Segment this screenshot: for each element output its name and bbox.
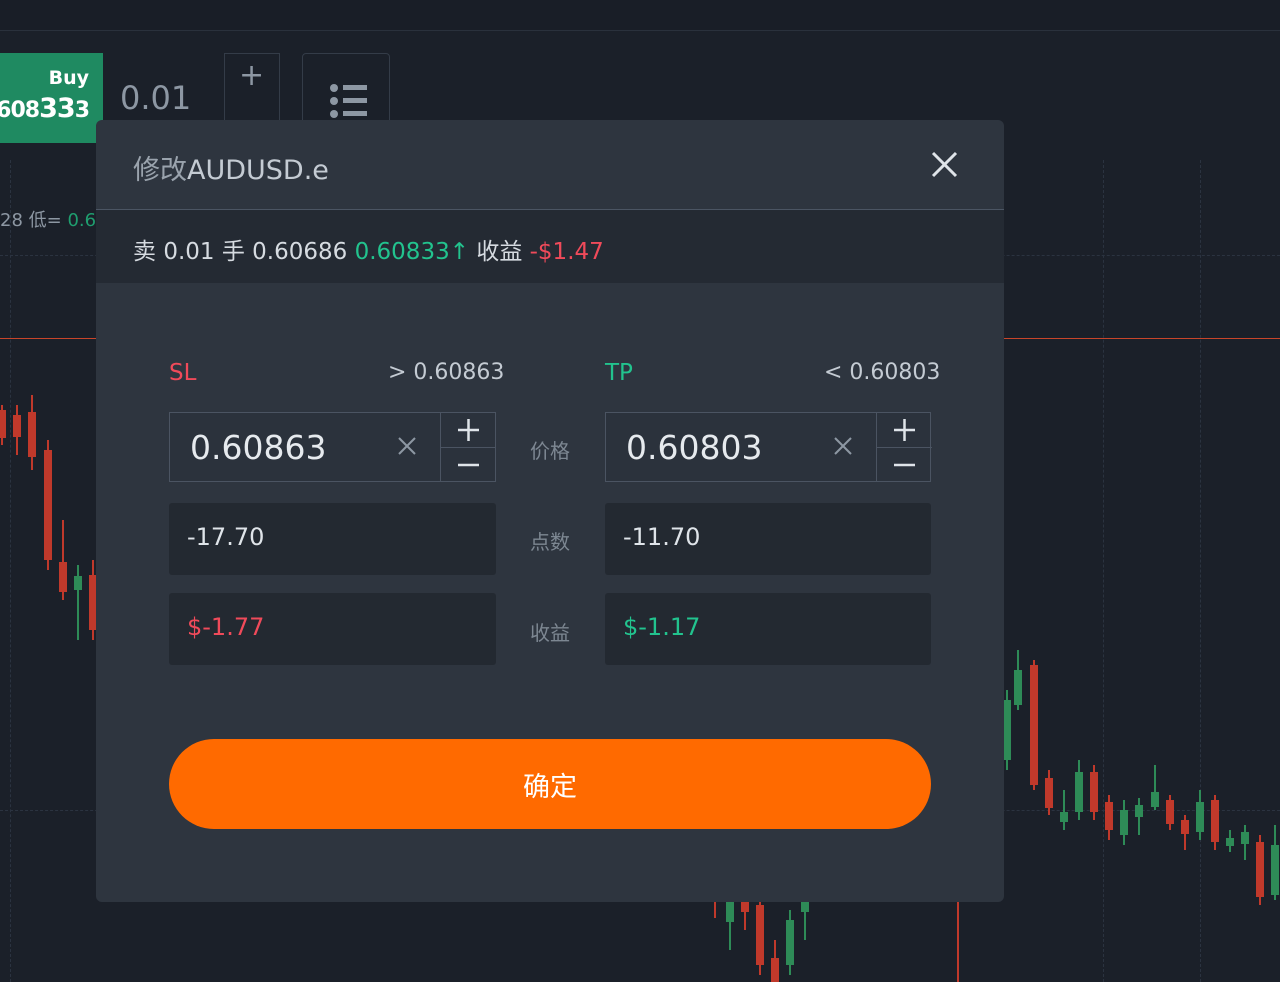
buy-label: Buy	[48, 67, 89, 89]
sl-stepper	[440, 413, 496, 481]
profit-row-label: 收益	[530, 621, 570, 645]
modify-order-dialog: 修改AUDUSD.e 卖 0.01 手 0.60686 0.60833↑ 收益 …	[96, 120, 1004, 902]
tp-profit-field[interactable]: $-1.17	[605, 593, 931, 665]
close-icon	[931, 151, 958, 178]
sl-limit: > 0.60863	[388, 360, 505, 385]
tp-points-field[interactable]: -11.70	[605, 503, 931, 575]
confirm-button[interactable]: 确定	[169, 739, 931, 829]
sl-profit-value: $-1.77	[187, 613, 265, 641]
close-button[interactable]	[928, 148, 962, 182]
sl-label: SL	[169, 360, 197, 386]
tp-label: TP	[605, 360, 633, 386]
position-summary: 卖 0.01 手 0.60686 0.60833↑ 收益 -$1.47	[96, 210, 1004, 283]
tp-profit-value: $-1.17	[623, 613, 701, 641]
sl-points-field[interactable]: -17.70	[169, 503, 496, 575]
arrow-up-icon: ↑	[449, 239, 469, 265]
tp-limit: < 0.60803	[824, 360, 941, 385]
tp-clear-button[interactable]	[832, 435, 854, 457]
buy-button[interactable]: Buy .608333	[0, 53, 103, 143]
minus-icon	[458, 463, 479, 467]
tp-price-field	[605, 412, 932, 482]
price-row-label: 价格	[530, 439, 570, 463]
buy-price: .608333	[0, 93, 90, 124]
tp-stepper	[876, 413, 932, 481]
plus-icon	[894, 419, 915, 441]
low-price-readout: 28 低= 0.6	[0, 210, 97, 231]
minus-icon	[894, 463, 915, 467]
points-row-label: 点数	[530, 530, 570, 554]
clear-icon	[398, 437, 416, 455]
sl-profit-field[interactable]: $-1.77	[169, 593, 496, 665]
current-price: 0.60833↑	[354, 239, 469, 265]
plus-icon	[458, 419, 479, 441]
lot-size-value: 0.01	[120, 79, 192, 117]
plus-icon: +	[239, 58, 265, 93]
sl-decrease-button[interactable]	[441, 447, 496, 481]
clear-icon	[834, 437, 852, 455]
tp-points-value: -11.70	[623, 523, 701, 551]
position-summary-text: 卖 0.01 手 0.60686 0.60833↑ 收益 -$1.47	[133, 239, 604, 265]
tp-decrease-button[interactable]	[877, 447, 932, 481]
sl-points-value: -17.70	[187, 523, 265, 551]
tp-increase-button[interactable]	[877, 413, 932, 448]
tp-price-input[interactable]	[606, 413, 836, 481]
position-profit: -$1.47	[529, 239, 604, 265]
dialog-header: 修改AUDUSD.e	[96, 120, 1004, 210]
sl-clear-button[interactable]	[396, 435, 418, 457]
sl-price-field	[169, 412, 496, 482]
dialog-title: 修改AUDUSD.e	[133, 155, 329, 186]
sl-increase-button[interactable]	[441, 413, 496, 448]
sl-price-input[interactable]	[170, 413, 400, 481]
